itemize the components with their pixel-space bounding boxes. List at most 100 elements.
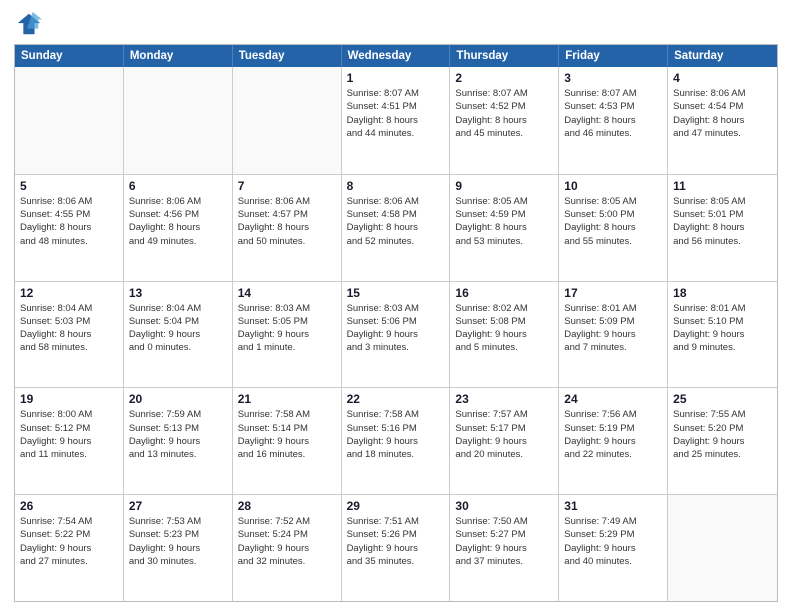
cal-cell: 22Sunrise: 7:58 AM Sunset: 5:16 PM Dayli… xyxy=(342,388,451,494)
header xyxy=(14,10,778,38)
day-info: Sunrise: 8:04 AM Sunset: 5:04 PM Dayligh… xyxy=(129,302,227,355)
day-number: 7 xyxy=(238,179,336,193)
day-number: 29 xyxy=(347,499,445,513)
day-info: Sunrise: 8:07 AM Sunset: 4:52 PM Dayligh… xyxy=(455,87,553,140)
day-number: 13 xyxy=(129,286,227,300)
day-info: Sunrise: 7:56 AM Sunset: 5:19 PM Dayligh… xyxy=(564,408,662,461)
day-number: 22 xyxy=(347,392,445,406)
day-number: 10 xyxy=(564,179,662,193)
calendar-header-row: SundayMondayTuesdayWednesdayThursdayFrid… xyxy=(15,45,777,67)
day-info: Sunrise: 7:50 AM Sunset: 5:27 PM Dayligh… xyxy=(455,515,553,568)
logo-icon xyxy=(14,10,42,38)
day-info: Sunrise: 7:55 AM Sunset: 5:20 PM Dayligh… xyxy=(673,408,772,461)
header-cell-sunday: Sunday xyxy=(15,45,124,67)
page: SundayMondayTuesdayWednesdayThursdayFrid… xyxy=(0,0,792,612)
day-number: 4 xyxy=(673,71,772,85)
day-info: Sunrise: 8:02 AM Sunset: 5:08 PM Dayligh… xyxy=(455,302,553,355)
day-number: 20 xyxy=(129,392,227,406)
calendar-body: 1 Sunrise: 8:07 AM Sunset: 4:51 PM Daylig… xyxy=(15,67,777,601)
day-info: Sunrise: 8:03 AM Sunset: 5:06 PM Dayligh… xyxy=(347,302,445,355)
header-cell-friday: Friday xyxy=(559,45,668,67)
cal-cell: 15 Sunrise: 8:03 AM Sunset: 5:06 PM Dayli… xyxy=(342,282,451,388)
day-number: 30 xyxy=(455,499,553,513)
day-number: 28 xyxy=(238,499,336,513)
cal-cell: 29 Sunrise: 7:51 AM Sunset: 5:26 PM Dayli… xyxy=(342,495,451,601)
cal-cell: 8 Sunrise: 8:06 AM Sunset: 4:58 PM Daylig… xyxy=(342,175,451,281)
cal-cell: 4Sunrise: 8:06 AM Sunset: 4:54 PM Daylig… xyxy=(668,67,777,174)
day-number: 24 xyxy=(564,392,662,406)
cal-cell: 17 Sunrise: 8:01 AM Sunset: 5:09 PM Dayli… xyxy=(559,282,668,388)
header-cell-tuesday: Tuesday xyxy=(233,45,342,67)
day-info: Sunrise: 8:07 AM Sunset: 4:51 PM Dayligh… xyxy=(347,87,445,140)
day-info: Sunrise: 8:06 AM Sunset: 4:58 PM Dayligh… xyxy=(347,195,445,248)
day-number: 21 xyxy=(238,392,336,406)
day-number: 15 xyxy=(347,286,445,300)
week-row-4: 19Sunrise: 8:00 AM Sunset: 5:12 PM Dayli… xyxy=(15,387,777,494)
day-info: Sunrise: 8:06 AM Sunset: 4:57 PM Dayligh… xyxy=(238,195,336,248)
day-number: 1 xyxy=(347,71,445,85)
day-number: 31 xyxy=(564,499,662,513)
cal-cell: 21 Sunrise: 7:58 AM Sunset: 5:14 PM Dayli… xyxy=(233,388,342,494)
day-info: Sunrise: 7:49 AM Sunset: 5:29 PM Dayligh… xyxy=(564,515,662,568)
day-number: 23 xyxy=(455,392,553,406)
day-info: Sunrise: 7:51 AM Sunset: 5:26 PM Dayligh… xyxy=(347,515,445,568)
day-number: 27 xyxy=(129,499,227,513)
header-cell-wednesday: Wednesday xyxy=(342,45,451,67)
week-row-3: 12 Sunrise: 8:04 AM Sunset: 5:03 PM Dayli… xyxy=(15,281,777,388)
cal-cell: 11 Sunrise: 8:05 AM Sunset: 5:01 PM Dayli… xyxy=(668,175,777,281)
cal-cell: 1 Sunrise: 8:07 AM Sunset: 4:51 PM Daylig… xyxy=(342,67,451,174)
cal-cell xyxy=(15,67,124,174)
day-info: Sunrise: 7:52 AM Sunset: 5:24 PM Dayligh… xyxy=(238,515,336,568)
day-number: 18 xyxy=(673,286,772,300)
cal-cell xyxy=(668,495,777,601)
day-number: 8 xyxy=(347,179,445,193)
cal-cell: 23 Sunrise: 7:57 AM Sunset: 5:17 PM Dayli… xyxy=(450,388,559,494)
day-info: Sunrise: 8:06 AM Sunset: 4:56 PM Dayligh… xyxy=(129,195,227,248)
week-row-5: 26 Sunrise: 7:54 AM Sunset: 5:22 PM Dayli… xyxy=(15,494,777,601)
cal-cell: 25Sunrise: 7:55 AM Sunset: 5:20 PM Dayli… xyxy=(668,388,777,494)
day-number: 5 xyxy=(20,179,118,193)
cal-cell: 31 Sunrise: 7:49 AM Sunset: 5:29 PM Dayli… xyxy=(559,495,668,601)
week-row-2: 5 Sunrise: 8:06 AM Sunset: 4:55 PM Daylig… xyxy=(15,174,777,281)
calendar: SundayMondayTuesdayWednesdayThursdayFrid… xyxy=(14,44,778,602)
day-number: 26 xyxy=(20,499,118,513)
day-info: Sunrise: 8:05 AM Sunset: 5:01 PM Dayligh… xyxy=(673,195,772,248)
cal-cell: 27 Sunrise: 7:53 AM Sunset: 5:23 PM Dayli… xyxy=(124,495,233,601)
day-number: 16 xyxy=(455,286,553,300)
logo xyxy=(14,10,46,38)
header-cell-saturday: Saturday xyxy=(668,45,777,67)
cal-cell: 2 Sunrise: 8:07 AM Sunset: 4:52 PM Daylig… xyxy=(450,67,559,174)
cal-cell: 10Sunrise: 8:05 AM Sunset: 5:00 PM Dayli… xyxy=(559,175,668,281)
day-number: 11 xyxy=(673,179,772,193)
cal-cell xyxy=(124,67,233,174)
cal-cell: 18Sunrise: 8:01 AM Sunset: 5:10 PM Dayli… xyxy=(668,282,777,388)
header-cell-thursday: Thursday xyxy=(450,45,559,67)
cal-cell: 5 Sunrise: 8:06 AM Sunset: 4:55 PM Daylig… xyxy=(15,175,124,281)
day-info: Sunrise: 8:04 AM Sunset: 5:03 PM Dayligh… xyxy=(20,302,118,355)
day-info: Sunrise: 7:58 AM Sunset: 5:14 PM Dayligh… xyxy=(238,408,336,461)
cal-cell xyxy=(233,67,342,174)
day-info: Sunrise: 8:05 AM Sunset: 4:59 PM Dayligh… xyxy=(455,195,553,248)
day-number: 3 xyxy=(564,71,662,85)
cal-cell: 20 Sunrise: 7:59 AM Sunset: 5:13 PM Dayli… xyxy=(124,388,233,494)
day-number: 2 xyxy=(455,71,553,85)
cal-cell: 12 Sunrise: 8:04 AM Sunset: 5:03 PM Dayli… xyxy=(15,282,124,388)
header-cell-monday: Monday xyxy=(124,45,233,67)
week-row-1: 1 Sunrise: 8:07 AM Sunset: 4:51 PM Daylig… xyxy=(15,67,777,174)
day-info: Sunrise: 7:59 AM Sunset: 5:13 PM Dayligh… xyxy=(129,408,227,461)
day-info: Sunrise: 8:06 AM Sunset: 4:55 PM Dayligh… xyxy=(20,195,118,248)
cal-cell: 26 Sunrise: 7:54 AM Sunset: 5:22 PM Dayli… xyxy=(15,495,124,601)
cal-cell: 19Sunrise: 8:00 AM Sunset: 5:12 PM Dayli… xyxy=(15,388,124,494)
day-number: 12 xyxy=(20,286,118,300)
day-number: 6 xyxy=(129,179,227,193)
day-info: Sunrise: 7:53 AM Sunset: 5:23 PM Dayligh… xyxy=(129,515,227,568)
day-number: 17 xyxy=(564,286,662,300)
day-info: Sunrise: 8:03 AM Sunset: 5:05 PM Dayligh… xyxy=(238,302,336,355)
day-number: 14 xyxy=(238,286,336,300)
day-info: Sunrise: 7:54 AM Sunset: 5:22 PM Dayligh… xyxy=(20,515,118,568)
day-info: Sunrise: 8:07 AM Sunset: 4:53 PM Dayligh… xyxy=(564,87,662,140)
cal-cell: 24 Sunrise: 7:56 AM Sunset: 5:19 PM Dayli… xyxy=(559,388,668,494)
day-info: Sunrise: 7:57 AM Sunset: 5:17 PM Dayligh… xyxy=(455,408,553,461)
day-info: Sunrise: 8:01 AM Sunset: 5:09 PM Dayligh… xyxy=(564,302,662,355)
cal-cell: 14 Sunrise: 8:03 AM Sunset: 5:05 PM Dayli… xyxy=(233,282,342,388)
